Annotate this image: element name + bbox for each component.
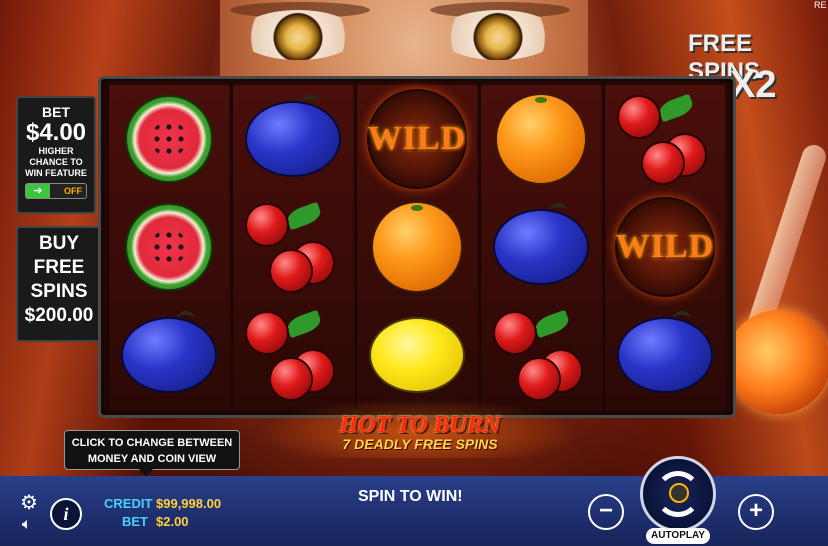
lemon-icon <box>371 319 463 391</box>
game-logo-subtitle: 7 DEADLY FREE SPINS <box>342 436 498 452</box>
tooltip-line-1: CLICK TO CHANGE BETWEEN <box>71 437 233 449</box>
reel-cell <box>357 193 477 301</box>
buy-price: $200.00 <box>24 305 94 326</box>
orange-icon <box>373 203 461 291</box>
reel-3: WILD <box>355 85 477 409</box>
reel-cell <box>233 193 353 301</box>
buy-line-3: SPINS <box>30 281 88 302</box>
cherry-icon <box>495 309 587 399</box>
wild-icon: WILD <box>367 91 467 187</box>
reel-cell <box>481 85 601 193</box>
game-logo-title: HOT TO BURN <box>339 412 501 438</box>
buy-line-2: FREE <box>33 257 85 278</box>
reel-cell <box>109 301 229 409</box>
tooltip-line-2: MONEY AND COIN VIEW <box>87 453 217 465</box>
reel-cell: WILD <box>357 85 477 193</box>
thermometer-bulb <box>726 310 828 414</box>
reel-cell: WILD <box>605 193 725 301</box>
credit-view-tooltip: CLICK TO CHANGE BETWEEN MONEY AND COIN V… <box>64 430 240 477</box>
wild-icon: WILD <box>615 199 715 295</box>
ante-bet-toggle[interactable]: ➔ OFF <box>25 183 87 199</box>
wild-text: WILD <box>615 228 715 265</box>
cherry-icon <box>247 309 339 399</box>
reel-cell <box>109 85 229 193</box>
reel-1 <box>107 85 229 409</box>
wild-text: WILD <box>367 120 467 157</box>
reel-4 <box>479 85 601 409</box>
gear-icon[interactable]: ⚙ <box>20 490 38 515</box>
buy-free-spins-button[interactable]: BUY FREE SPINS $200.00 <box>16 226 102 342</box>
reel-grid: WILD WILD <box>98 76 736 418</box>
ante-bet-panel[interactable]: BET $4.00 HIGHER CHANCE TO WIN FEATURE ➔… <box>16 96 96 214</box>
toggle-state: OFF <box>64 186 82 196</box>
ante-bet-amount: $4.00 <box>25 119 87 146</box>
spin-button[interactable] <box>640 456 716 532</box>
bet-value[interactable]: $2.00 <box>156 514 189 529</box>
ante-bet-desc-3: WIN FEATURE <box>25 168 87 178</box>
reel-cell <box>233 85 353 193</box>
reel-cell <box>605 85 725 193</box>
credit-label[interactable]: CREDIT <box>104 496 152 511</box>
reel-cell <box>233 301 353 409</box>
reel-5: WILD <box>603 85 725 409</box>
ante-bet-desc-2: CHANCE TO <box>29 157 83 167</box>
reel-cell <box>481 301 601 409</box>
watermelon-icon <box>127 97 211 181</box>
arrow-right-icon: ➔ <box>26 184 50 198</box>
watermelon-icon <box>127 205 211 289</box>
reel-2 <box>231 85 353 409</box>
speaker-icon[interactable]: 🔈︎ <box>22 516 32 534</box>
cherry-icon <box>247 201 339 291</box>
orange-icon <box>497 95 585 183</box>
cherry-icon <box>619 93 711 183</box>
free-spins-multiplier: X2 <box>730 64 777 106</box>
increase-bet-button[interactable]: + <box>738 494 774 530</box>
ante-bet-label: BET <box>42 104 70 120</box>
credit-value[interactable]: $99,998.00 <box>156 496 221 511</box>
reel-cell <box>481 193 601 301</box>
plum-icon <box>495 203 587 283</box>
info-button[interactable]: i <box>50 498 82 530</box>
reel-cell <box>109 193 229 301</box>
buy-line-1: BUY <box>38 233 80 254</box>
decrease-bet-button[interactable]: − <box>588 494 624 530</box>
status-message: SPIN TO WIN! <box>358 488 463 505</box>
mascot-icon <box>669 483 689 503</box>
autoplay-button[interactable]: AUTOPLAY <box>646 528 710 544</box>
ante-bet-desc-1: HIGHER <box>38 146 74 156</box>
reel-cell <box>605 301 725 409</box>
eye-right <box>438 10 558 60</box>
plum-icon <box>247 95 339 175</box>
plum-icon <box>123 311 215 391</box>
bet-label[interactable]: BET <box>122 514 148 529</box>
eye-left <box>238 10 358 60</box>
plum-icon <box>619 311 711 391</box>
reel-cell <box>357 301 477 409</box>
corner-text: RE <box>814 0 827 10</box>
